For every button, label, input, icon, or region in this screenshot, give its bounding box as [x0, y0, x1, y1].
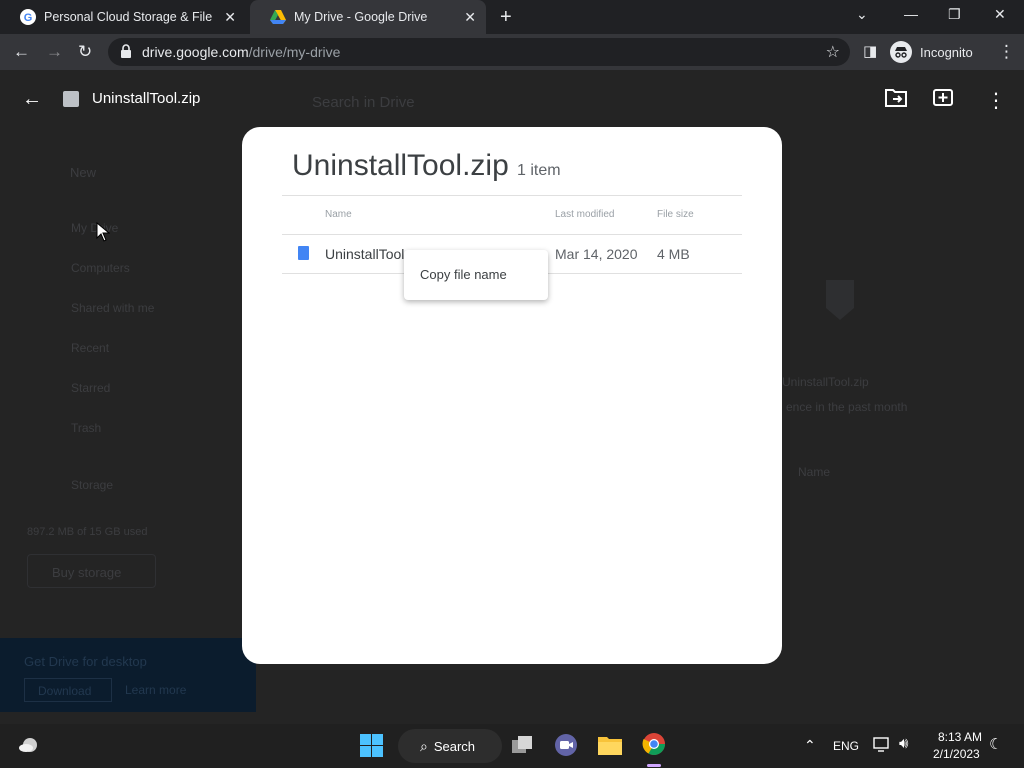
- search-icon: ⌕: [420, 737, 428, 754]
- copy-file-name-menu-item[interactable]: Copy file name: [420, 267, 507, 282]
- sidebar-item-storage: Storage: [71, 478, 114, 492]
- close-viewer-icon[interactable]: ←: [22, 88, 42, 111]
- google-g-icon: G: [20, 9, 36, 25]
- browser-tab-personal-cloud[interactable]: G Personal Cloud Storage & File Sh ✕: [0, 0, 246, 34]
- incognito-icon: [890, 41, 912, 63]
- teams-chat-icon[interactable]: [554, 733, 578, 762]
- column-header-modified: Last modified: [555, 209, 615, 220]
- address-bar[interactable]: drive.google.com/drive/my-drive ☆: [108, 38, 850, 66]
- row-last-modified: Mar 14, 2020: [555, 246, 638, 262]
- taskbar-search-label: Search: [433, 738, 476, 754]
- new-button: New: [70, 165, 97, 180]
- close-tab-icon[interactable]: ✕: [464, 9, 476, 26]
- svg-text:G: G: [24, 12, 33, 24]
- volume-icon[interactable]: 🔊︎: [899, 735, 908, 752]
- mouse-cursor-icon: [96, 222, 110, 242]
- storage-usage-text: 897.2 MB of 15 GB used: [27, 526, 148, 538]
- url-path: /drive/my-drive: [248, 44, 341, 60]
- forward-icon[interactable]: →: [46, 42, 63, 62]
- active-app-indicator: [647, 764, 661, 767]
- bookmark-star-icon[interactable]: ☆: [826, 42, 840, 62]
- notification-moon-icon[interactable]: ☾: [989, 735, 1002, 753]
- weather-icon[interactable]: [18, 735, 40, 760]
- buy-storage-button: Buy storage: [27, 554, 156, 588]
- file-explorer-icon[interactable]: [597, 734, 623, 761]
- clock-time[interactable]: 8:13 AM: [938, 730, 982, 744]
- tab-search-chevron-icon[interactable]: ⌄: [856, 6, 868, 23]
- chrome-menu-icon[interactable]: ⋮: [998, 42, 1015, 62]
- new-tab-icon[interactable]: +: [500, 6, 512, 29]
- incognito-label: Incognito: [920, 44, 973, 60]
- sidebar-item-trash: Trash: [71, 421, 102, 435]
- tab-strip: G Personal Cloud Storage & File Sh ✕ My …: [0, 0, 1024, 34]
- url-text: drive.google.com/drive/my-drive: [142, 44, 340, 60]
- viewer-file-title: UninstallTool.zip: [92, 90, 201, 107]
- lock-icon: [121, 44, 131, 58]
- archive-file-icon: [63, 91, 79, 107]
- clock-date[interactable]: 2/1/2023: [933, 747, 980, 761]
- tab-title: Personal Cloud Storage & File Sh: [44, 10, 216, 24]
- side-panel-icon[interactable]: ◨: [863, 42, 877, 60]
- network-icon[interactable]: [873, 736, 891, 755]
- back-icon[interactable]: ←: [13, 42, 30, 62]
- sidebar-item-recent: Recent: [71, 341, 110, 355]
- row-file-name: UninstallTool: [325, 246, 405, 262]
- add-to-drive-icon[interactable]: [932, 88, 954, 116]
- move-to-folder-icon[interactable]: [884, 88, 908, 114]
- windows-taskbar: ⌕ Search ⌃ ENG 🔊︎ 8:13 AM 2/1/2023 ☾: [0, 724, 1024, 768]
- column-header-size: File size: [657, 209, 694, 220]
- learn-more-link: Learn more: [125, 683, 187, 697]
- divider: [282, 195, 742, 196]
- minimize-icon[interactable]: —: [904, 6, 918, 22]
- context-menu: Copy file name: [404, 250, 548, 300]
- preview-activity-text: ence in the past month: [786, 400, 908, 414]
- browser-toolbar: ← → ↻ drive.google.com/drive/my-drive ☆ …: [0, 34, 1024, 70]
- incognito-profile[interactable]: Incognito: [890, 40, 973, 64]
- download-button: Download: [24, 678, 112, 702]
- item-count: 1 item: [517, 162, 561, 179]
- document-file-icon: [298, 246, 309, 260]
- close-window-icon[interactable]: ✕: [994, 6, 1006, 23]
- column-header-name: Name: [325, 209, 352, 220]
- sidebar-item-starred: Starred: [71, 381, 111, 395]
- restore-icon[interactable]: ❐: [948, 6, 961, 23]
- sidebar-item-computers: Computers: [71, 261, 130, 275]
- sort-name-label: Name: [798, 465, 831, 479]
- drive-logo-icon: [270, 10, 286, 24]
- task-view-icon[interactable]: [510, 734, 534, 761]
- browser-tab-my-drive[interactable]: My Drive - Google Drive ✕: [250, 0, 486, 34]
- url-host: drive.google.com: [142, 44, 249, 60]
- chrome-taskbar-icon[interactable]: [642, 732, 666, 761]
- show-hidden-icons-chevron-icon[interactable]: ⌃: [804, 737, 816, 754]
- taskbar-search-button[interactable]: ⌕ Search: [398, 729, 502, 763]
- tab-title: My Drive - Google Drive: [294, 10, 428, 24]
- desktop-promo-title: Get Drive for desktop: [24, 654, 147, 669]
- reload-icon[interactable]: ↻: [78, 42, 92, 62]
- zip-contents-dialog: UninstallTool.zip 1 item Name Last modif…: [242, 127, 782, 664]
- viewer-header: ← UninstallTool.zip ⋮: [0, 70, 1024, 128]
- sidebar-item-my-drive: My Drive: [71, 221, 119, 235]
- more-actions-icon[interactable]: ⋮: [986, 88, 1006, 113]
- dialog-title: UninstallTool.zip: [292, 149, 509, 182]
- sidebar-item-shared: Shared with me: [71, 301, 155, 315]
- start-windows-icon[interactable]: [360, 734, 383, 762]
- row-file-size: 4 MB: [657, 246, 690, 262]
- language-indicator[interactable]: ENG: [833, 739, 859, 753]
- close-tab-icon[interactable]: ✕: [224, 9, 236, 26]
- preview-file-name: UninstallTool.zip: [782, 375, 869, 389]
